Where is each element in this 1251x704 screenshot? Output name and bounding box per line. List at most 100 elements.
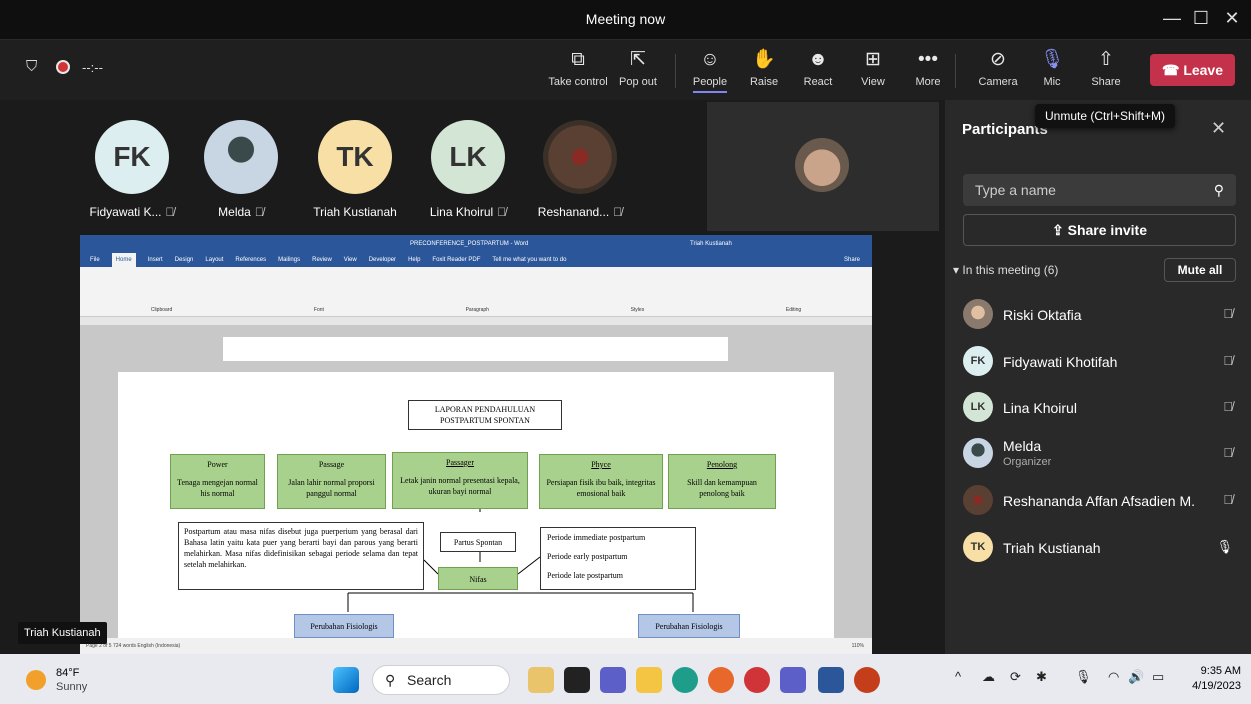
participant-row[interactable]: FK Fidyawati Khotifah 🎙̸ — [963, 346, 1241, 380]
participant-tile[interactable]: Melda 🎙̸ — [191, 120, 291, 219]
share-button[interactable]: ⇧ Share — [1080, 48, 1132, 88]
word-menu-file[interactable]: File — [90, 253, 100, 267]
wifi-icon[interactable]: ◠ — [1108, 669, 1119, 685]
participant-tile[interactable]: TK Triah Kustianah — [305, 120, 405, 219]
chevron-up-icon[interactable]: ^ — [955, 669, 961, 684]
shield-icon: ⛉ — [26, 58, 38, 75]
meeting-timer: --:-- — [82, 60, 103, 75]
view-button[interactable]: ⊞ View — [847, 48, 899, 88]
word-menu-mailings[interactable]: Mailings — [278, 253, 300, 267]
word-menu-review[interactable]: Review — [312, 253, 332, 267]
participant-tile[interactable]: FK Fidyawati K... 🎙̸ — [82, 120, 182, 219]
take-control-icon: ⧉ — [571, 49, 585, 70]
ribbon-group-label: Clipboard — [150, 307, 173, 313]
volume-icon[interactable]: 🔊 — [1128, 669, 1144, 685]
factor-box-passage: Passage Jalan lahir normal proporsi pang… — [277, 454, 386, 509]
participant-row[interactable]: Reshananda Affan Afsadien M. 🎙̸ — [963, 485, 1241, 519]
react-button[interactable]: ☻ React — [792, 48, 844, 88]
firefox-icon[interactable] — [708, 667, 734, 693]
self-video[interactable] — [707, 102, 939, 231]
word-menu: File Home Insert Design Layout Reference… — [80, 253, 872, 267]
partus-box: Partus Spontan — [440, 532, 516, 552]
widgets-icon[interactable] — [528, 667, 554, 693]
more-button[interactable]: ••• More — [902, 48, 954, 88]
chat-icon[interactable] — [600, 667, 626, 693]
mute-all-button[interactable]: Mute all — [1164, 258, 1236, 282]
participant-tile[interactable]: LK Lina Khoirul 🎙̸ — [418, 120, 518, 219]
participant-row[interactable]: TK Triah Kustianah 🎙 — [963, 532, 1241, 566]
leave-button[interactable]: ☎ Leave — [1150, 54, 1235, 86]
powerpoint-icon[interactable] — [854, 667, 880, 693]
teams-icon[interactable] — [780, 667, 806, 693]
mic-on-icon: 🎙 — [1216, 539, 1233, 554]
definition-box: Postpartum atau masa nifas disebut juga … — [178, 522, 424, 590]
minimize-button[interactable]: — — [1160, 8, 1184, 29]
onedrive-icon[interactable]: ☁ — [982, 669, 995, 685]
share-invite-button[interactable]: ⇪ Share invite — [963, 214, 1236, 246]
start-icon[interactable] — [333, 667, 359, 693]
avatar: LK — [431, 120, 505, 194]
take-control-button[interactable]: ⧉ Take control — [548, 48, 608, 88]
word-menu-developer[interactable]: Developer — [369, 253, 396, 267]
mic-off-icon: 🎙̸ — [613, 205, 623, 219]
mic-off-icon: 🎙̸ — [254, 205, 264, 219]
avatar — [204, 120, 278, 194]
fisiologis-left-box: Perubahan Fisiologis — [294, 614, 394, 638]
sync-icon[interactable]: ⟳ — [1010, 669, 1021, 685]
factor-box-power: Power Tenaga mengejan normal his normal — [170, 454, 265, 509]
shared-screen[interactable]: PRECONFERENCE_POSTPARTUM - Word Triah Ku… — [80, 235, 872, 654]
task-view-icon[interactable] — [564, 667, 590, 693]
edge-icon[interactable] — [672, 667, 698, 693]
avatar: FK — [95, 120, 169, 194]
close-window-button[interactable]: ✕ — [1220, 8, 1244, 29]
word-user: Triah Kustianah — [690, 241, 732, 247]
word-menu-home[interactable]: Home — [111, 253, 136, 267]
zoom-level[interactable]: 110% — [852, 638, 864, 654]
people-button[interactable]: ☺ People — [684, 48, 736, 93]
teams-tray-icon[interactable]: ✱ — [1036, 669, 1047, 685]
raise-hand-button[interactable]: ✋ Raise — [738, 48, 790, 88]
word-menu-layout[interactable]: Layout — [205, 253, 223, 267]
camera-button[interactable]: ⊘ Camera — [972, 48, 1024, 88]
word-menu-insert[interactable]: Insert — [148, 253, 163, 267]
camera-off-icon: ⊘ — [990, 49, 1006, 70]
clock[interactable]: 9:35 AM 4/19/2023 — [1185, 664, 1241, 694]
pop-out-button[interactable]: ⇱ Pop out — [612, 48, 664, 88]
in-meeting-header[interactable]: ▾ In this meeting (6) — [953, 263, 1058, 277]
word-tell-me[interactable]: Tell me what you want to do — [492, 253, 566, 267]
battery-icon[interactable]: ▭ — [1152, 669, 1164, 685]
word-icon[interactable] — [818, 667, 844, 693]
word-menu-references[interactable]: References — [235, 253, 266, 267]
sun-icon — [26, 670, 46, 690]
search-icon: ⚲ — [385, 672, 396, 688]
participant-row[interactable]: LK Lina Khoirul 🎙̸ — [963, 392, 1241, 426]
participant-tile[interactable]: Reshanand... 🎙̸ — [530, 120, 630, 219]
file-explorer-icon[interactable] — [636, 667, 662, 693]
word-menu-design[interactable]: Design — [175, 253, 194, 267]
pop-out-icon: ⇱ — [630, 49, 646, 70]
mic-button[interactable]: 🎙 Mic — [1026, 48, 1078, 88]
participant-search-input[interactable]: Type a name ⚲ — [963, 174, 1236, 206]
close-panel-icon[interactable]: ✕ — [1211, 118, 1226, 139]
window-title: Meeting now — [585, 11, 666, 27]
word-share[interactable]: Share — [844, 253, 860, 267]
document-page: LAPORAN PENDAHULUAN POSTPARTUM SPONTAN P… — [118, 372, 834, 638]
word-doc-title: PRECONFERENCE_POSTPARTUM - Word — [410, 241, 529, 247]
word-document-area[interactable]: LAPORAN PENDAHULUAN POSTPARTUM SPONTAN P… — [80, 325, 872, 638]
mic-off-icon[interactable]: 🎙 — [1075, 669, 1092, 685]
participant-row[interactable]: Melda Organizer 🎙̸ — [963, 438, 1241, 472]
recording-icon — [56, 60, 70, 74]
word-menu-help[interactable]: Help — [408, 253, 420, 267]
opera-icon[interactable] — [744, 667, 770, 693]
word-menu-foxit[interactable]: Foxit Reader PDF — [432, 253, 480, 267]
taskbar-search[interactable]: ⚲ Search — [372, 665, 510, 695]
people-icon: ☺ — [700, 49, 720, 70]
factor-box-phyce: Phyce Persiapan fisik ibu baik, integrit… — [539, 454, 663, 509]
share-icon: ⇧ — [1098, 49, 1114, 70]
word-title-bar: PRECONFERENCE_POSTPARTUM - Word Triah Ku… — [80, 235, 872, 253]
participant-row[interactable]: Riski Oktafia 🎙̸ — [963, 299, 1241, 333]
meeting-toolbar: ⛉ --:-- ⧉ Take control ⇱ Pop out ☺ People ✋… — [0, 40, 1251, 100]
maximize-button[interactable]: ☐ — [1189, 8, 1213, 29]
word-menu-view[interactable]: View — [344, 253, 357, 267]
avatar — [543, 120, 617, 194]
